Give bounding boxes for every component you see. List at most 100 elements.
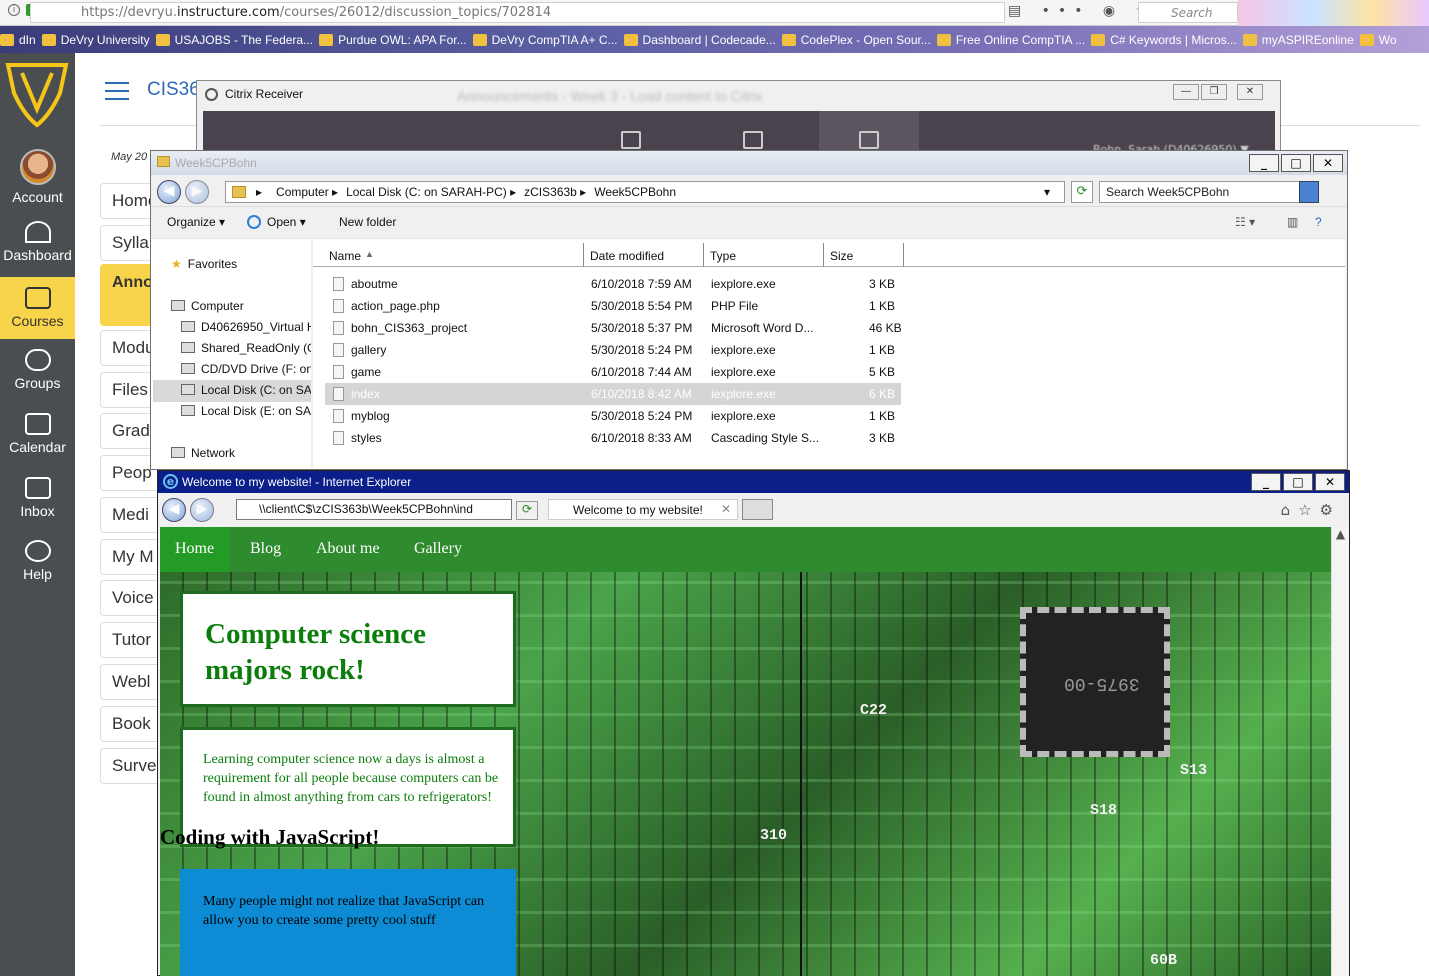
close-button[interactable]: ✕ — [1315, 473, 1345, 491]
bookmark-item[interactable]: DeVry CompTIA A+ C... — [472, 26, 618, 47]
file-row[interactable]: styles 6/10/2018 8:33 AM Cascading Style S… — [325, 427, 901, 449]
tree-drive[interactable]: Local Disk (E: on SAR — [181, 404, 311, 418]
nav-groups[interactable]: Groups — [0, 339, 75, 401]
site-nav-home[interactable]: Home — [160, 527, 230, 572]
course-nav-item[interactable]: Voice — [100, 580, 160, 616]
bookmark-item[interactable]: Free Online CompTIA ... — [936, 26, 1085, 47]
info-icon[interactable]: i — [8, 4, 20, 16]
back-button[interactable]: ◀ — [157, 180, 181, 204]
file-icon — [333, 343, 344, 357]
desktop-icon[interactable] — [743, 131, 763, 149]
new-folder-button[interactable]: New folder — [339, 215, 396, 229]
file-row[interactable]: bohn_CIS363_project 5/30/2018 5:37 PM Micr… — [325, 317, 902, 339]
col-date[interactable]: Date modified — [590, 249, 664, 263]
minimize-button[interactable]: _ — [1251, 473, 1281, 491]
tree-drive[interactable]: D40626950_Virtual H — [181, 320, 311, 334]
url-bar[interactable]: https://devryu.instructure.com/courses/2… — [30, 2, 1005, 23]
file-row[interactable]: game 6/10/2018 7:44 AM iexplore.exe 5 KB — [325, 361, 901, 383]
minimize-button[interactable]: _ — [1249, 154, 1279, 172]
col-type[interactable]: Type — [710, 249, 736, 263]
new-tab-button[interactable] — [742, 499, 773, 520]
explorer-search-input[interactable]: Search Week5CPBohn — [1099, 181, 1319, 203]
forward-button[interactable]: ▶ — [190, 498, 214, 522]
col-name[interactable]: Name — [329, 249, 361, 263]
search-icon[interactable] — [1299, 181, 1319, 203]
crumb-zcis363b[interactable]: zCIS363b ▸ — [524, 185, 586, 199]
bookmark-item[interactable]: dIn — [0, 26, 36, 47]
ie-address-bar[interactable]: \\client\C$\zCIS363b\Week5CPBohn\ind — [236, 499, 512, 520]
file-row[interactable]: action_page.php 5/30/2018 5:54 PM PHP File… — [325, 295, 901, 317]
view-options-icon[interactable]: ☷ ▾ — [1235, 215, 1255, 229]
close-button[interactable]: ✕ — [1237, 84, 1263, 100]
file-date: 6/10/2018 7:44 AM — [591, 365, 692, 379]
back-button[interactable]: ◀ — [162, 498, 186, 522]
browser-search-input[interactable]: Search — [1138, 2, 1238, 23]
maximize-button[interactable]: □ — [1283, 473, 1313, 491]
site-nav-about[interactable]: About me — [316, 540, 380, 558]
file-row[interactable]: myblog 5/30/2018 5:24 PM iexplore.exe 1 KB — [325, 405, 901, 427]
crumb-computer[interactable]: Computer ▸ — [276, 185, 338, 199]
tree-network[interactable]: Network — [171, 446, 235, 460]
close-button[interactable]: ✕ — [1313, 154, 1343, 172]
refresh-icon[interactable]: ⟳ — [516, 501, 538, 520]
bookmark-item[interactable]: myASPIREonline — [1242, 26, 1354, 47]
toolbar-icons[interactable]: ▤ ••• ◉ ☆ — [1008, 3, 1156, 19]
tree-drive-selected[interactable]: Local Disk (C: on SA — [153, 380, 311, 402]
course-nav-item[interactable]: Surve — [100, 748, 160, 784]
bookmark-item[interactable]: C# Keywords | Micros... — [1091, 26, 1237, 47]
col-size[interactable]: Size — [830, 249, 853, 263]
nav-inbox[interactable]: Inbox — [0, 467, 75, 529]
course-nav-item[interactable]: Medi — [100, 497, 160, 533]
nav-label: Courses — [11, 313, 64, 329]
ie-tools[interactable]: ⌂☆⚙ — [1281, 501, 1341, 519]
site-nav-blog[interactable]: Blog — [250, 540, 281, 558]
breadcrumb[interactable]: ▸ Computer ▸ Local Disk (C: on SARAH-PC) ▸… — [225, 181, 1065, 203]
nav-label: Inbox — [20, 503, 55, 519]
tree-computer[interactable]: Computer — [171, 299, 244, 313]
nav-dashboard[interactable]: Dashboard — [0, 211, 75, 273]
course-nav-item[interactable]: Tutor — [100, 622, 160, 658]
file-date: 6/10/2018 8:42 AM — [591, 387, 692, 401]
nav-calendar[interactable]: Calendar — [0, 403, 75, 465]
devry-logo[interactable] — [0, 53, 75, 131]
ie-tab[interactable]: Welcome to my website! ✕ — [548, 499, 738, 520]
bookmark-item[interactable]: Wo — [1359, 26, 1397, 47]
bookmark-label: USAJOBS - The Federa... — [174, 33, 314, 47]
vertical-scrollbar[interactable]: ▲ — [1331, 527, 1349, 976]
close-tab-icon[interactable]: ✕ — [721, 502, 731, 516]
hamburger-menu-icon[interactable] — [105, 82, 129, 100]
maximize-button[interactable]: □ — [1281, 154, 1311, 172]
bookmark-item[interactable]: USAJOBS - The Federa... — [155, 26, 314, 47]
bookmark-item[interactable]: Purdue OWL: APA For... — [319, 26, 467, 47]
forward-button[interactable]: ▶ — [185, 180, 209, 204]
help-icon[interactable]: ? — [1315, 215, 1322, 229]
file-row[interactable]: gallery 5/30/2018 5:24 PM iexplore.exe 1 KB — [325, 339, 901, 361]
site-nav-gallery[interactable]: Gallery — [414, 540, 462, 558]
open-button[interactable]: Open ▾ — [267, 215, 306, 229]
bookmark-icon[interactable] — [621, 131, 641, 149]
course-nav-item[interactable]: My M — [100, 539, 160, 575]
tree-drive[interactable]: Shared_ReadOnly (G — [181, 341, 311, 355]
refresh-icon[interactable]: ⟳ — [1071, 181, 1093, 203]
bookmark-item[interactable]: Dashboard | Codecade... — [623, 26, 776, 47]
bookmark-label: C# Keywords | Micros... — [1110, 33, 1237, 47]
tree-drive[interactable]: CD/DVD Drive (F: on — [181, 362, 311, 376]
course-title[interactable]: CIS36 — [147, 79, 200, 101]
restore-button[interactable]: ❐ — [1201, 84, 1227, 100]
theme-banner — [1238, 0, 1429, 26]
nav-help[interactable]: Help — [0, 530, 75, 592]
bookmark-item[interactable]: CodePlex - Open Sour... — [781, 26, 931, 47]
nav-account[interactable]: Account — [0, 141, 75, 205]
course-nav-item[interactable]: Book — [100, 706, 160, 742]
file-row[interactable]: index 6/10/2018 8:42 AM iexplore.exe 6 KB — [325, 383, 901, 405]
tree-favorites[interactable]: ★ Favorites — [171, 257, 237, 271]
nav-courses[interactable]: Courses — [0, 277, 75, 339]
bookmark-item[interactable]: DeVry University — [41, 26, 150, 47]
crumb-week5[interactable]: Week5CPBohn — [594, 185, 676, 199]
preview-pane-icon[interactable]: ▥ — [1287, 215, 1298, 229]
course-nav-item[interactable]: Webl — [100, 664, 160, 700]
minimize-button[interactable]: — — [1173, 84, 1199, 100]
crumb-local-disk[interactable]: Local Disk (C: on SARAH-PC) ▸ — [346, 185, 516, 199]
file-row[interactable]: aboutme 6/10/2018 7:59 AM iexplore.exe 3 KB — [325, 273, 901, 295]
organize-button[interactable]: Organize ▾ — [167, 215, 225, 229]
